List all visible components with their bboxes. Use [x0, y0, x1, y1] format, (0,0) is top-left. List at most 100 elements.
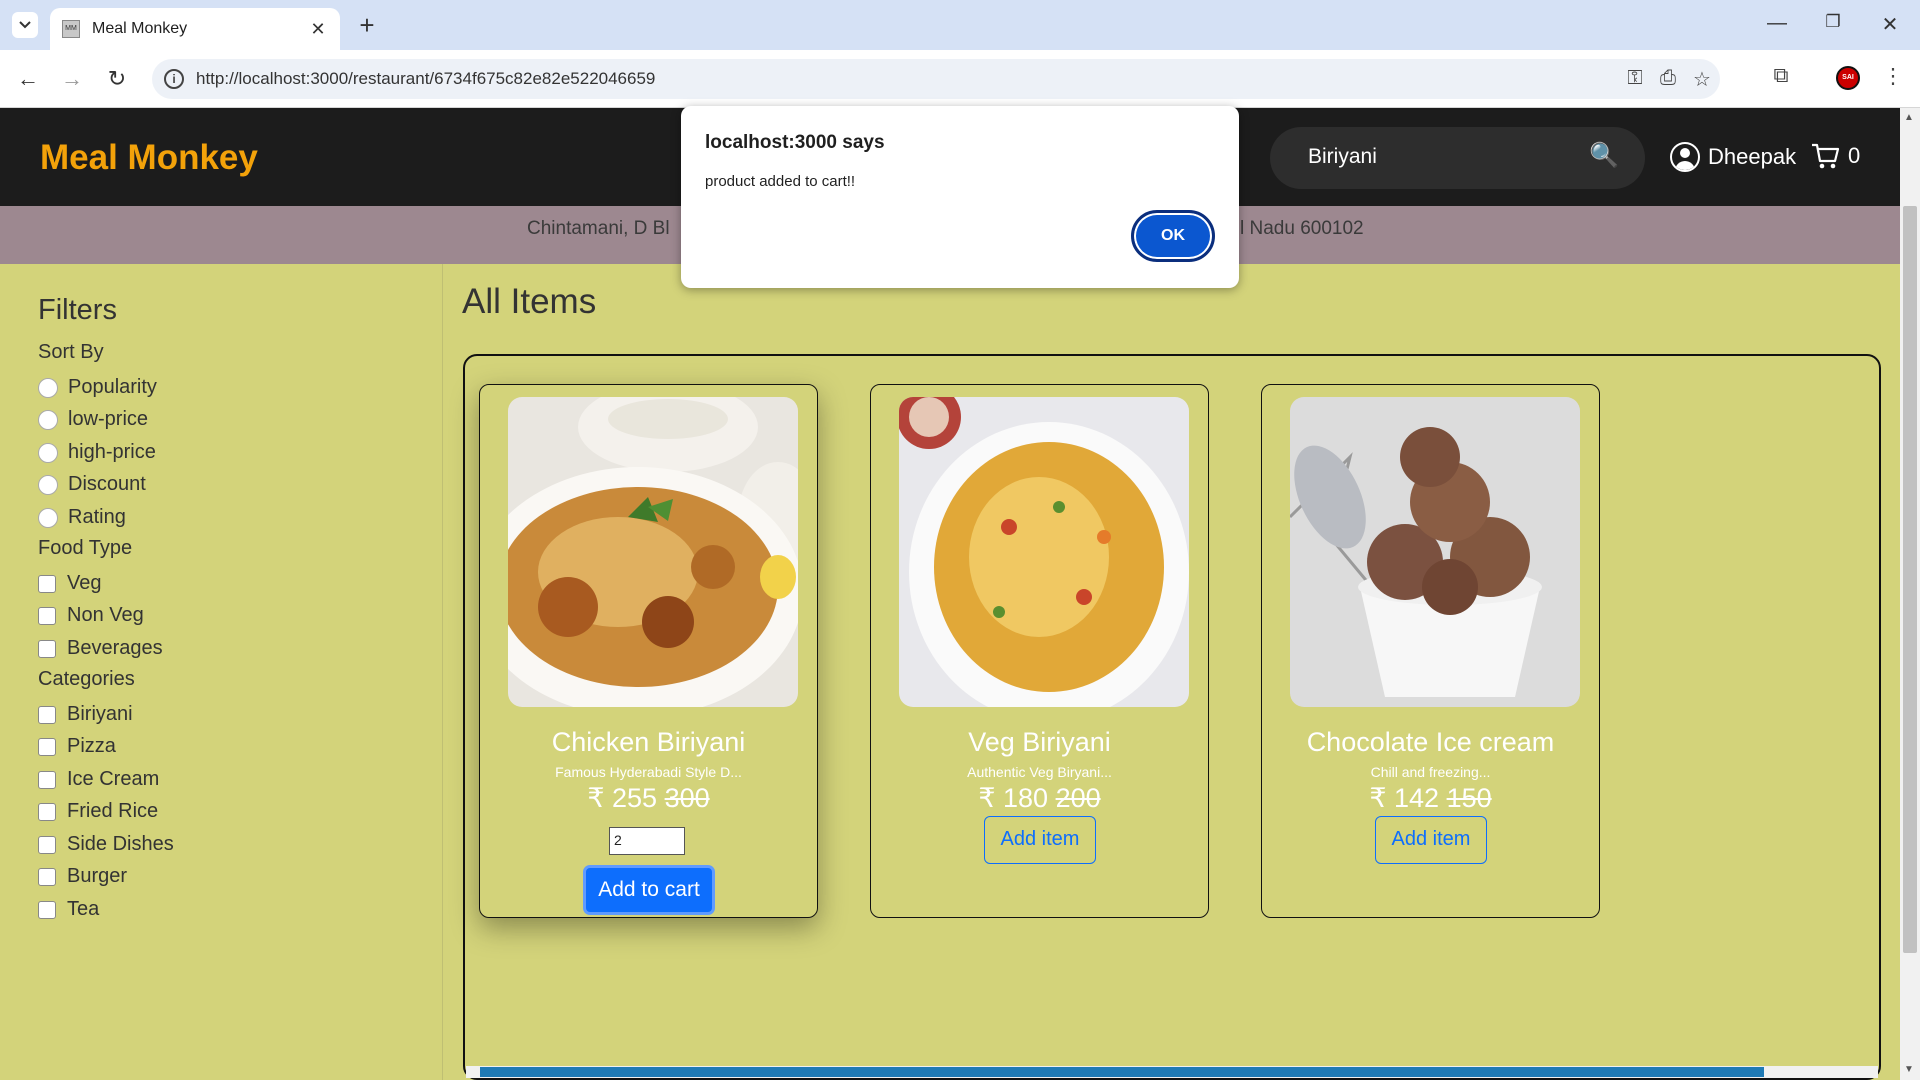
original-price: 200 — [1055, 783, 1101, 813]
bookmark-star-icon[interactable]: ☆ — [1689, 67, 1715, 92]
sort-option-low-price[interactable]: low-price — [38, 408, 148, 431]
option-label: Tea — [67, 898, 100, 920]
radio-button[interactable] — [38, 409, 58, 430]
item-price: ₹ 255 300 — [480, 783, 817, 814]
site-info-icon[interactable]: i — [164, 69, 184, 89]
forward-icon[interactable]: → — [56, 64, 88, 94]
option-label: low-price — [68, 408, 149, 430]
alert-message: product added to cart!! — [705, 173, 856, 190]
tab-close-icon[interactable]: ✕ — [308, 19, 328, 40]
item-price: ₹ 142 150 — [1262, 783, 1599, 814]
item-card-veg-biriyani[interactable]: Veg Biriyani Authentic Veg Biryani... ₹ … — [870, 384, 1209, 918]
add-item-button[interactable]: Add item — [984, 816, 1096, 864]
option-label: high-price — [68, 441, 156, 463]
category-tea[interactable]: Tea — [38, 898, 99, 921]
extensions-icon[interactable]: ⧉ — [1766, 64, 1796, 88]
horizontal-scrollbar[interactable] — [466, 1066, 1878, 1078]
food-type-non-veg[interactable]: Non Veg — [38, 604, 144, 627]
horizontal-scroll-thumb[interactable] — [480, 1067, 1764, 1077]
item-price: ₹ 180 200 — [871, 783, 1208, 814]
vertical-scroll-thumb[interactable] — [1903, 206, 1917, 953]
restore-icon[interactable]: ❐ — [1813, 12, 1853, 32]
radio-button[interactable] — [38, 377, 58, 398]
category-side-dishes[interactable]: Side Dishes — [38, 833, 174, 856]
categories-label: Categories — [38, 668, 135, 690]
option-label: Veg — [67, 572, 102, 594]
address-bar[interactable]: i http://localhost:3000/restaurant/6734f… — [152, 59, 1720, 99]
alert-ok-button[interactable]: OK — [1131, 210, 1215, 262]
category-ice-cream[interactable]: Ice Cream — [38, 768, 159, 791]
item-description: Chill and freezing... — [1370, 764, 1491, 780]
search-icon[interactable]: 🔍 — [1589, 141, 1619, 170]
add-to-cart-button[interactable]: Add to cart — [583, 865, 715, 915]
radio-button[interactable] — [38, 507, 58, 528]
item-image-chocolate-ice-cream[interactable] — [1290, 397, 1580, 707]
cart-icon — [1812, 143, 1840, 169]
sort-option-high-price[interactable]: high-price — [38, 441, 156, 464]
category-fried-rice[interactable]: Fried Rice — [38, 800, 158, 823]
url-text[interactable]: http://localhost:3000/restaurant/6734f67… — [196, 69, 655, 89]
item-card-chicken-biriyani[interactable]: Chicken Biriyani Famous Hyderabadi Style… — [479, 384, 818, 918]
original-price: 300 — [664, 783, 710, 813]
food-type-label: Food Type — [38, 537, 133, 559]
item-image-veg-biriyani[interactable] — [899, 397, 1189, 707]
item-name: Veg Biriyani — [968, 727, 1111, 757]
checkbox[interactable] — [38, 639, 56, 658]
item-card-chocolate-ice-cream[interactable]: Chocolate Ice cream Chill and freezing..… — [1261, 384, 1600, 918]
window-close-icon[interactable]: ✕ — [1870, 12, 1910, 37]
food-type-veg[interactable]: Veg — [38, 572, 101, 595]
checkbox[interactable] — [38, 802, 56, 821]
filters-title: Filters — [38, 294, 117, 326]
filters-sidebar: Filters Sort By Popularity low-price hig… — [0, 264, 443, 1080]
search-input[interactable]: Biriyani 🔍 — [1270, 127, 1645, 189]
checkbox[interactable] — [38, 770, 56, 789]
new-tab-icon[interactable]: + — [352, 10, 382, 41]
current-price: ₹ 142 — [1369, 783, 1440, 813]
add-item-button[interactable]: Add item — [1375, 816, 1487, 864]
checkbox[interactable] — [38, 705, 56, 724]
search-value: Biriyani — [1308, 145, 1377, 168]
option-label: Pizza — [67, 735, 116, 757]
scroll-down-icon[interactable]: ▼ — [1904, 1064, 1914, 1075]
sort-option-discount[interactable]: Discount — [38, 473, 146, 496]
checkbox[interactable] — [38, 737, 56, 756]
vertical-scrollbar[interactable]: ▲ ▼ — [1900, 108, 1920, 1080]
install-app-icon[interactable]: ⎙ — [1655, 67, 1681, 90]
sort-option-rating[interactable]: Rating — [38, 506, 126, 529]
item-image-chicken-biriyani[interactable] — [508, 397, 798, 707]
quantity-input[interactable]: 2 — [609, 827, 685, 855]
user-menu[interactable]: Dheepak — [1670, 142, 1796, 172]
option-label: Burger — [67, 865, 128, 887]
checkbox[interactable] — [38, 606, 56, 625]
password-key-icon[interactable]: ⚿ — [1622, 67, 1648, 90]
chrome-menu-icon[interactable]: ⋮ — [1878, 64, 1908, 89]
checkbox[interactable] — [38, 574, 56, 593]
brand-logo[interactable]: Meal Monkey — [40, 138, 258, 178]
category-biriyani[interactable]: Biriyani — [38, 703, 133, 726]
item-description: Authentic Veg Biryani... — [967, 764, 1112, 780]
checkbox[interactable] — [38, 900, 56, 919]
minimize-icon[interactable]: — — [1757, 12, 1797, 35]
checkbox[interactable] — [38, 835, 56, 854]
tab-search-chevron-icon[interactable] — [12, 12, 38, 38]
profile-avatar[interactable]: SAI — [1836, 66, 1860, 90]
checkbox[interactable] — [38, 867, 56, 886]
item-name: Chocolate Ice cream — [1306, 727, 1555, 757]
back-icon[interactable]: ← — [12, 64, 44, 94]
browser-tab[interactable]: MM Meal Monkey ✕ — [50, 8, 340, 50]
current-price: ₹ 255 — [587, 783, 658, 813]
option-label: Non Veg — [67, 604, 144, 626]
radio-button[interactable] — [38, 442, 58, 463]
category-burger[interactable]: Burger — [38, 865, 127, 888]
address-text-end: l Nadu 600102 — [1240, 218, 1364, 239]
browser-tabbar: MM Meal Monkey ✕ + — ❐ ✕ — [0, 0, 1920, 50]
radio-button[interactable] — [38, 474, 58, 495]
page-title: All Items — [462, 282, 597, 321]
reload-icon[interactable]: ↻ — [101, 64, 133, 94]
item-description: Famous Hyderabadi Style D... — [555, 764, 742, 780]
category-pizza[interactable]: Pizza — [38, 735, 116, 758]
sort-option-popularity[interactable]: Popularity — [38, 376, 157, 399]
cart-button[interactable]: 0 — [1810, 141, 1860, 171]
food-type-beverages[interactable]: Beverages — [38, 637, 163, 660]
scroll-up-icon[interactable]: ▲ — [1904, 112, 1914, 123]
